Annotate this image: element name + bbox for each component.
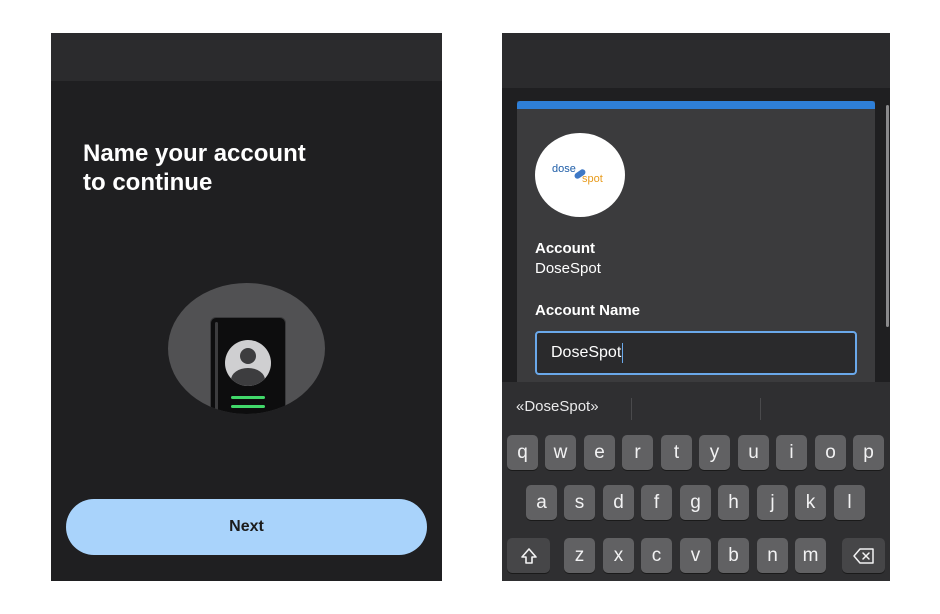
- page-title-line-1: Name your account: [83, 140, 306, 167]
- status-bar: [502, 33, 890, 88]
- avatar-head: [240, 348, 256, 364]
- shift-key[interactable]: [507, 538, 550, 573]
- account-name-input[interactable]: DoseSpot: [535, 331, 857, 375]
- logo-text-spot: spot: [582, 173, 603, 185]
- account-label: Account: [535, 240, 595, 257]
- key-c[interactable]: c: [641, 538, 672, 573]
- key-e[interactable]: e: [584, 435, 615, 470]
- key-z[interactable]: z: [564, 538, 595, 573]
- suggestion-divider: [760, 398, 761, 420]
- key-m[interactable]: m: [795, 538, 826, 573]
- key-d[interactable]: d: [603, 485, 634, 520]
- key-l[interactable]: l: [834, 485, 865, 520]
- dialog-accent-bar: [517, 101, 875, 109]
- key-i[interactable]: i: [776, 435, 807, 470]
- phone-illustration-icon: [210, 317, 286, 414]
- key-f[interactable]: f: [641, 485, 672, 520]
- account-illustration: [168, 283, 325, 414]
- left-phone-screen: Name your account to continue Next: [51, 33, 442, 581]
- next-button[interactable]: Next: [66, 499, 427, 555]
- suggestion-bar: «DoseSpot»: [502, 392, 890, 424]
- key-j[interactable]: j: [757, 485, 788, 520]
- phone-edge: [215, 322, 218, 414]
- key-o[interactable]: o: [815, 435, 846, 470]
- account-name-label: Account Name: [535, 302, 641, 319]
- logo-text-dose: dose: [552, 163, 576, 175]
- key-u[interactable]: u: [738, 435, 769, 470]
- key-x[interactable]: x: [603, 538, 634, 573]
- keyboard: «DoseSpot» q w e r t y u i o p a s d f g…: [502, 382, 890, 581]
- key-q[interactable]: q: [507, 435, 538, 470]
- page-title-line-2: to continue: [83, 169, 213, 196]
- key-h[interactable]: h: [718, 485, 749, 520]
- key-s[interactable]: s: [564, 485, 595, 520]
- key-g[interactable]: g: [680, 485, 711, 520]
- key-v[interactable]: v: [680, 538, 711, 573]
- avatar-icon: [225, 340, 271, 386]
- account-value: DoseSpot: [535, 260, 601, 277]
- dosespot-logo: dose spot: [535, 133, 625, 217]
- backspace-icon: [852, 547, 874, 564]
- shift-icon: [520, 547, 537, 564]
- green-line-icon: [231, 405, 265, 408]
- key-a[interactable]: a: [526, 485, 557, 520]
- key-r[interactable]: r: [622, 435, 653, 470]
- right-phone-screen: dose spot Account DoseSpot Account Name …: [502, 33, 890, 581]
- key-n[interactable]: n: [757, 538, 788, 573]
- key-w[interactable]: w: [545, 435, 576, 470]
- key-y[interactable]: y: [699, 435, 730, 470]
- key-k[interactable]: k: [795, 485, 826, 520]
- scrollbar[interactable]: [886, 105, 889, 327]
- page-title: Name your account to continue: [83, 139, 383, 197]
- account-dialog: dose spot Account DoseSpot Account Name …: [517, 101, 875, 421]
- avatar-shoulders: [231, 368, 265, 386]
- key-b[interactable]: b: [718, 538, 749, 573]
- status-bar: [51, 33, 442, 81]
- suggestion-divider: [631, 398, 632, 420]
- key-t[interactable]: t: [661, 435, 692, 470]
- suggestion-item[interactable]: «DoseSpot»: [516, 398, 599, 415]
- account-name-value: DoseSpot: [551, 344, 622, 361]
- green-line-icon: [231, 396, 265, 399]
- backspace-key[interactable]: [842, 538, 885, 573]
- key-p[interactable]: p: [853, 435, 884, 470]
- text-caret: [622, 343, 624, 363]
